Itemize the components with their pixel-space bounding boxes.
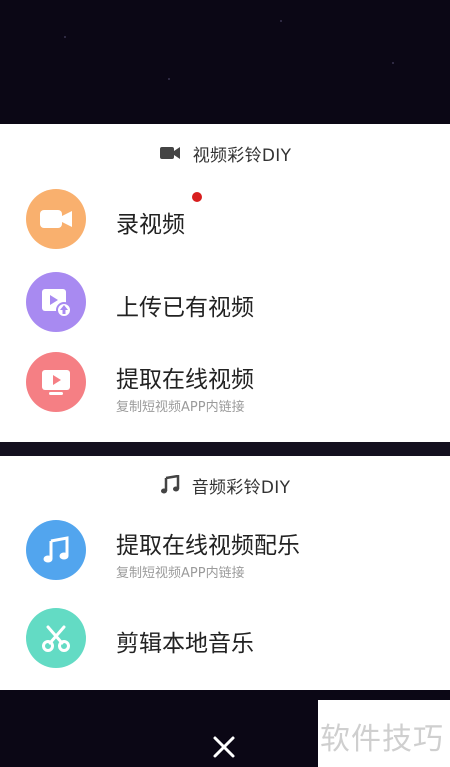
extract-online-video-hint: 复制短视频APP内链接 <box>116 400 245 415</box>
upload-video-label: 上传已有视频 <box>116 295 254 321</box>
upload-video-icon <box>26 272 86 332</box>
extract-video-music-label: 提取在线视频配乐 <box>116 533 300 559</box>
audio-ringtone-panel: 音频彩铃DIY 提取在线视频配乐 复制短视频APP内链接 剪辑本地音乐 <box>0 456 450 690</box>
watermark-text: 软件技巧 <box>320 722 444 757</box>
extract-video-music-hint: 复制短视频APP内链接 <box>116 566 245 581</box>
background-overlay <box>0 0 450 124</box>
new-badge-dot <box>192 192 202 202</box>
video-section-title: 视频彩铃DIY <box>192 145 292 166</box>
video-camera-icon <box>159 145 181 161</box>
edit-local-music-item[interactable]: 剪辑本地音乐 <box>0 602 450 676</box>
close-button[interactable] <box>206 731 242 767</box>
record-video-label: 录视频 <box>116 212 185 238</box>
play-screen-icon <box>26 352 86 412</box>
audio-section-header: 音频彩铃DIY <box>0 470 450 500</box>
music-note-icon <box>26 520 86 580</box>
extract-online-video-item[interactable]: 提取在线视频 复制短视频APP内链接 <box>0 346 450 420</box>
record-video-item[interactable]: 录视频 <box>0 182 450 256</box>
extract-video-music-item[interactable]: 提取在线视频配乐 复制短视频APP内链接 <box>0 514 450 588</box>
video-section-header: 视频彩铃DIY <box>0 138 450 168</box>
section-divider <box>0 442 450 456</box>
audio-section-title: 音频彩铃DIY <box>191 477 291 498</box>
video-ringtone-panel: 视频彩铃DIY 录视频 上传已有视频 提取在线视频 复制短视频APP内链接 <box>0 124 450 442</box>
music-note-icon <box>160 475 180 495</box>
extract-online-video-label: 提取在线视频 <box>116 367 254 393</box>
video-camera-icon <box>26 189 86 249</box>
close-icon[interactable] <box>212 735 236 763</box>
edit-local-music-label: 剪辑本地音乐 <box>116 631 254 657</box>
upload-video-item[interactable]: 上传已有视频 <box>0 266 450 340</box>
scissors-icon <box>26 608 86 668</box>
